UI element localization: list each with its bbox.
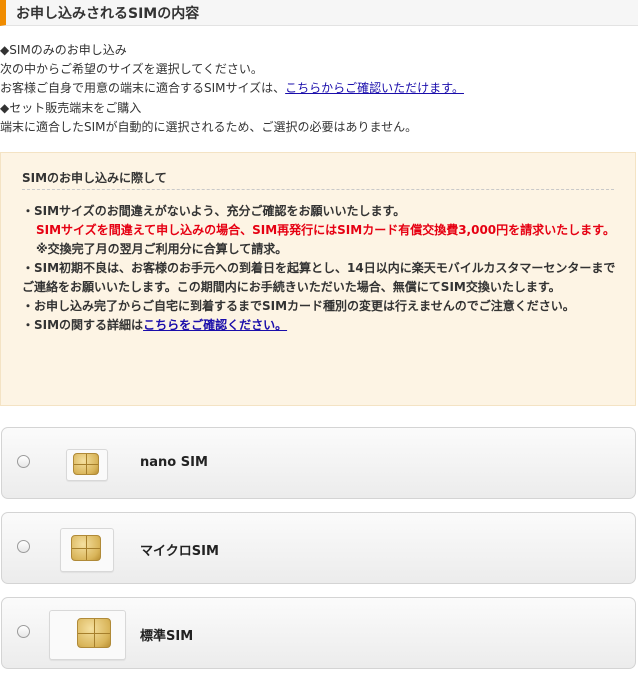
set-device-note: 端末に適合したSIMが自動的に選択されるため、ご選択の必要はありません。 [0, 119, 418, 134]
notice-item-defect: ・SIM初期不良は、お客様のお手元への到着日を起算とし、14日以内に楽天モバイル… [22, 261, 616, 294]
sim-only-instruction: 次の中からご希望のサイズを選択してください。 [0, 62, 263, 77]
notice-item-details: ・SIMの関する詳細はこちらをご確認ください。 [22, 316, 618, 335]
intro-text: ◆SIMのみのお申し込み 次の中からご希望のサイズを選択してください。 お客様ご… [0, 41, 636, 137]
sim-size-check-link[interactable]: こちらからご確認いただけます。 [285, 81, 464, 95]
sim-option-micro[interactable]: マイクロSIM [1, 512, 636, 584]
notice-divider [22, 189, 614, 190]
notice-billing-note: ※交換完了月の翌月ご利用分に合算して請求。 [36, 242, 288, 256]
notice-details-text: ・SIMの関する詳細は [22, 318, 144, 332]
notice-warning-fee: SIMサイズを間違えて申し込みの場合、SIM再発行にはSIMカード有償交換費3,… [36, 223, 615, 237]
sim-option-standard[interactable]: 標準SIM [1, 597, 636, 669]
sim-size-check-text: お客様ご自身で用意の端末に適合するSIMサイズは、 [0, 81, 286, 96]
sim-label-standard: 標準SIM [140, 629, 194, 644]
notice-item-size-check: ・SIMサイズのお間違えがないよう、充分ご確認をお願いいたします。 [22, 204, 406, 218]
sim-option-nano[interactable]: nano SIM [1, 427, 636, 499]
section-title: お申し込みされるSIMの内容 [16, 6, 200, 22]
set-device-heading: ◆セット販売端末をご購入 [0, 100, 142, 115]
notice-box: SIMのお申し込みに際して ・SIMサイズのお間違えがないよう、充分ご確認をお願… [0, 152, 636, 406]
section-header: お申し込みされるSIMの内容 [0, 0, 638, 26]
sim-label-nano: nano SIM [140, 455, 208, 470]
notice-title: SIMのお申し込みに際して [22, 171, 167, 185]
sim-only-heading: ◆SIMのみのお申し込み [0, 43, 127, 57]
radio-button-standard[interactable] [17, 625, 30, 638]
notice-item-no-change: ・お申し込み完了からご自宅に到着するまでSIMカード種別の変更は行えませんのでご… [22, 299, 575, 313]
sim-size-check-line: お客様ご自身で用意の端末に適合するSIMサイズは、こちらからご確認いただけます。 [0, 79, 636, 98]
radio-button-nano[interactable] [17, 455, 30, 468]
notice-body: ・SIMサイズのお間違えがないよう、充分ご確認をお願いいたします。 SIMサイズ… [22, 202, 618, 335]
sim-label-micro: マイクロSIM [140, 544, 219, 559]
notice-details-link[interactable]: こちらをご確認ください。 [143, 318, 287, 332]
radio-button-micro[interactable] [17, 540, 30, 553]
